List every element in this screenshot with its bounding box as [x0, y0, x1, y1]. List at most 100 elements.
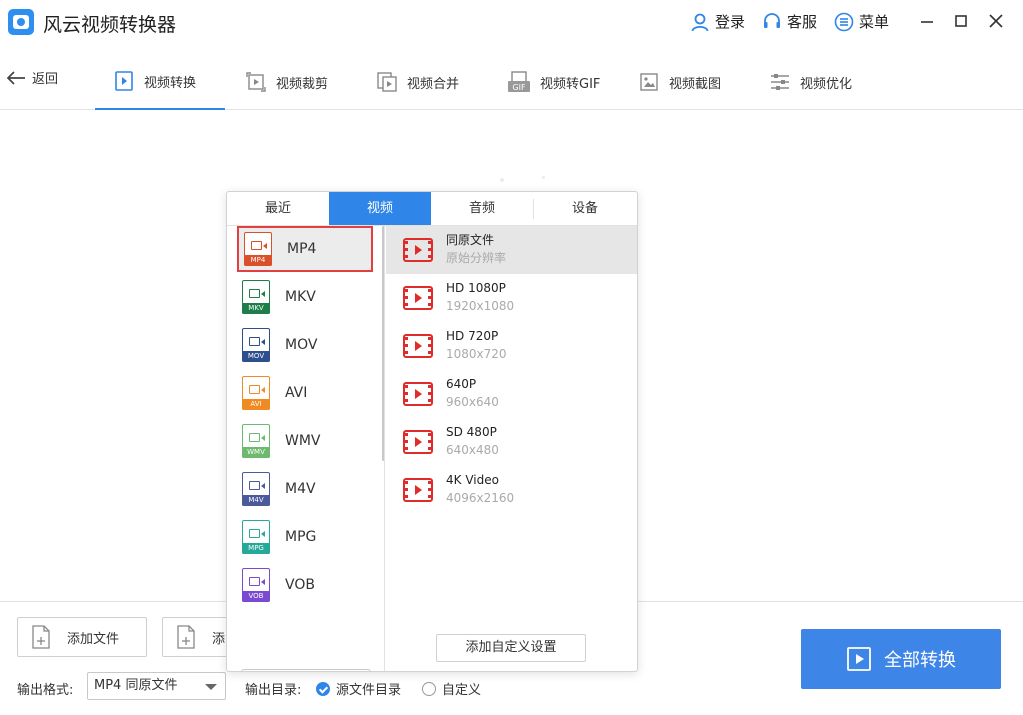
radio-custom-dir[interactable]: 自定义 — [422, 679, 481, 698]
resolution-item[interactable]: 4K Video 4096x2160 — [386, 466, 637, 514]
output-dir-label: 输出目录: — [245, 683, 302, 698]
menu-icon — [834, 12, 854, 31]
convert-all-button[interactable]: 全部转换 — [801, 629, 1001, 689]
tab-video-to-gif[interactable]: GIF 视频转GIF — [507, 54, 600, 110]
minimize-icon[interactable] — [918, 12, 936, 30]
mov-file-icon: MOV — [242, 328, 270, 362]
back-label: 返回 — [32, 72, 59, 87]
add-file-icon — [32, 625, 50, 649]
screenshot-icon — [640, 73, 658, 91]
resolution-subtitle: 640x480 — [446, 443, 499, 457]
tab-video[interactable]: 视频 — [329, 192, 431, 225]
resolution-item[interactable]: HD 720P 1080x720 — [386, 322, 637, 370]
tab-video-merge[interactable]: 视频合并 — [376, 54, 459, 110]
mp4-file-icon: MP4 — [244, 232, 272, 266]
menu-button[interactable]: 菜单 — [834, 11, 889, 32]
resolution-title: HD 1080P — [446, 281, 506, 295]
resolution-subtitle: 原始分辨率 — [446, 251, 507, 265]
back-button[interactable]: 返回 — [6, 68, 58, 87]
resolution-title: SD 480P — [446, 425, 497, 439]
format-item-mkv[interactable]: MKV MKV — [237, 274, 373, 320]
format-badge: MKV — [242, 303, 270, 314]
format-item-wmv[interactable]: WMV WMV — [237, 418, 373, 464]
format-badge: MOV — [242, 351, 270, 362]
add-folder-button[interactable]: 添 — [162, 617, 232, 657]
tab-video-optimize[interactable]: 视频优化 — [769, 54, 852, 110]
output-format-select[interactable]: MP4 同原文件 — [87, 672, 226, 700]
decorative-dot — [500, 178, 504, 182]
radio-label: 源文件目录 — [336, 683, 402, 698]
wmv-file-icon: WMV — [242, 424, 270, 458]
format-badge: AVI — [242, 399, 270, 410]
format-badge: M4V — [242, 495, 270, 506]
resolution-list: 同原文件 原始分辨率 HD 1080P 1920x1080 HD 720P 10… — [386, 226, 637, 631]
close-icon[interactable] — [987, 12, 1005, 30]
format-name: M4V — [285, 481, 316, 497]
resolution-item[interactable]: 640P 960x640 — [386, 370, 637, 418]
avi-file-icon: AVI — [242, 376, 270, 410]
add-file-button[interactable]: 添加文件 — [17, 617, 147, 657]
format-item-vob[interactable]: VOB VOB — [237, 562, 373, 608]
tab-label: 视频转GIF — [540, 76, 601, 92]
video-file-icon — [403, 382, 433, 406]
format-category-tabs: 最近 视频 音频 设备 — [227, 192, 637, 226]
format-search-input[interactable]: 搜索 — [241, 669, 371, 671]
tab-label: 视频截图 — [669, 76, 722, 92]
format-picker-popup: 最近 视频 音频 设备 MP4 MP4 MKV MKV MOV MOV AVI … — [226, 191, 638, 672]
convert-all-label: 全部转换 — [884, 650, 956, 671]
resolution-subtitle: 1080x720 — [446, 347, 507, 361]
format-item-mpg[interactable]: MPG MPG — [237, 514, 373, 560]
output-format-label: 输出格式: — [17, 683, 74, 698]
format-item-mov[interactable]: MOV MOV — [237, 322, 373, 368]
add-folder-label: 添 — [212, 631, 226, 647]
add-file-label: 添加文件 — [67, 631, 120, 647]
sliders-icon — [771, 74, 789, 90]
vob-file-icon: VOB — [242, 568, 270, 602]
maximize-icon[interactable] — [952, 12, 970, 30]
tab-device[interactable]: 设备 — [534, 192, 636, 225]
format-list-scrollbar[interactable] — [382, 226, 384, 461]
tab-video-crop[interactable]: 视频裁剪 — [245, 54, 328, 110]
radio-label: 自定义 — [442, 683, 482, 698]
format-name: MP4 — [287, 241, 317, 257]
format-item-mp4[interactable]: MP4 MP4 — [237, 226, 373, 272]
video-merge-icon — [377, 72, 397, 92]
add-custom-settings-button[interactable]: 添加自定义设置 — [436, 634, 586, 662]
format-item-avi[interactable]: AVI AVI — [237, 370, 373, 416]
svg-text:GIF: GIF — [512, 83, 526, 92]
resolution-title: HD 720P — [446, 329, 499, 343]
customer-service-label: 客服 — [787, 13, 818, 31]
arrow-left-icon — [6, 70, 25, 85]
resolution-item[interactable]: HD 1080P 1920x1080 — [386, 274, 637, 322]
output-format-value: MP4 同原文件 — [94, 678, 178, 693]
format-name: MPG — [285, 529, 317, 545]
gif-icon: GIF — [508, 71, 530, 92]
mkv-file-icon: MKV — [242, 280, 270, 314]
chevron-down-icon — [205, 684, 217, 690]
format-name: MKV — [285, 289, 316, 305]
resolution-item[interactable]: SD 480P 640x480 — [386, 418, 637, 466]
radio-source-dir[interactable]: 源文件目录 — [316, 679, 401, 698]
app-window: 风云视频转换器 登录 客服 菜单 返回 视频转换 视频裁剪 视频合并 GIF 视… — [0, 0, 1023, 715]
tab-recent[interactable]: 最近 — [227, 192, 329, 225]
format-item-m4v[interactable]: M4V M4V — [237, 466, 373, 512]
resolution-item[interactable]: 同原文件 原始分辨率 — [386, 226, 637, 274]
customer-service-button[interactable]: 客服 — [762, 11, 817, 32]
tab-video-screenshot[interactable]: 视频截图 — [638, 54, 721, 110]
tab-label: 视频转换 — [144, 75, 197, 91]
resolution-subtitle: 4096x2160 — [446, 491, 515, 505]
video-file-icon — [403, 334, 433, 358]
menu-label: 菜单 — [859, 13, 890, 31]
decorative-dot — [542, 176, 545, 179]
tab-audio[interactable]: 音频 — [431, 192, 533, 225]
video-convert-icon — [115, 71, 133, 91]
play-icon — [847, 647, 871, 671]
tab-video-convert[interactable]: 视频转换 — [95, 54, 225, 110]
add-folder-icon — [177, 625, 195, 649]
title-bar: 风云视频转换器 登录 客服 菜单 — [0, 0, 1023, 44]
format-badge: MP4 — [244, 255, 272, 266]
m4v-file-icon: M4V — [242, 472, 270, 506]
app-logo-icon — [8, 9, 34, 35]
login-button[interactable]: 登录 — [690, 11, 745, 32]
format-badge: VOB — [242, 591, 270, 602]
